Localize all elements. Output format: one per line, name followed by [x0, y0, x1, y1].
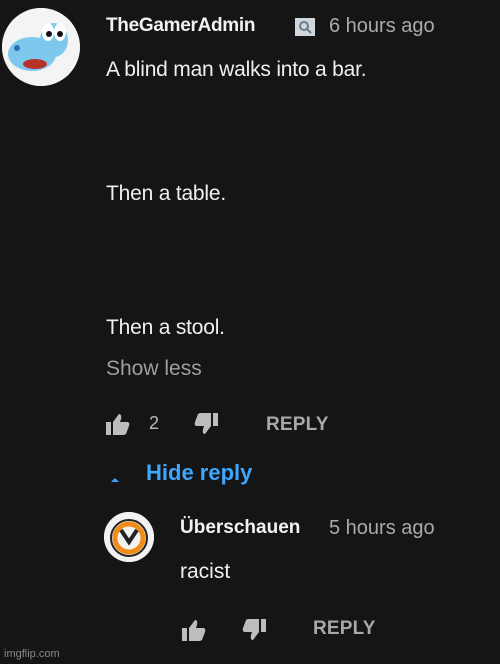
chevron-up-icon[interactable] — [109, 470, 121, 488]
reply-avatar[interactable] — [104, 512, 154, 562]
like-icon[interactable] — [105, 412, 131, 441]
dislike-icon[interactable] — [193, 412, 219, 441]
reply-timestamp[interactable]: 5 hours ago — [329, 517, 435, 540]
reply-button[interactable]: REPLY — [266, 414, 329, 436]
show-less-button[interactable]: Show less — [106, 357, 202, 381]
overwatch-logo-icon — [104, 512, 154, 562]
like-count: 2 — [149, 413, 160, 433]
verified-badge-icon — [295, 18, 315, 36]
avatar[interactable] — [2, 8, 80, 86]
dislike-icon[interactable] — [240, 618, 268, 647]
yoshi-avatar-icon — [2, 8, 80, 86]
watermark: imgflip.com — [4, 648, 60, 660]
comment-username[interactable]: TheGamerAdmin — [106, 15, 255, 37]
comment-text-line: Then a stool. — [106, 316, 225, 339]
reply-button[interactable]: REPLY — [313, 618, 376, 640]
comment-text-line: Then a table. — [106, 182, 226, 205]
comment-text-line: A blind man walks into a bar. — [106, 58, 367, 81]
like-icon[interactable] — [180, 618, 208, 647]
reply-text: racist — [180, 560, 231, 583]
reply-username[interactable]: Überschauen — [180, 517, 300, 539]
hide-reply-button[interactable]: Hide reply — [146, 460, 252, 486]
comment-timestamp[interactable]: 6 hours ago — [329, 15, 435, 38]
